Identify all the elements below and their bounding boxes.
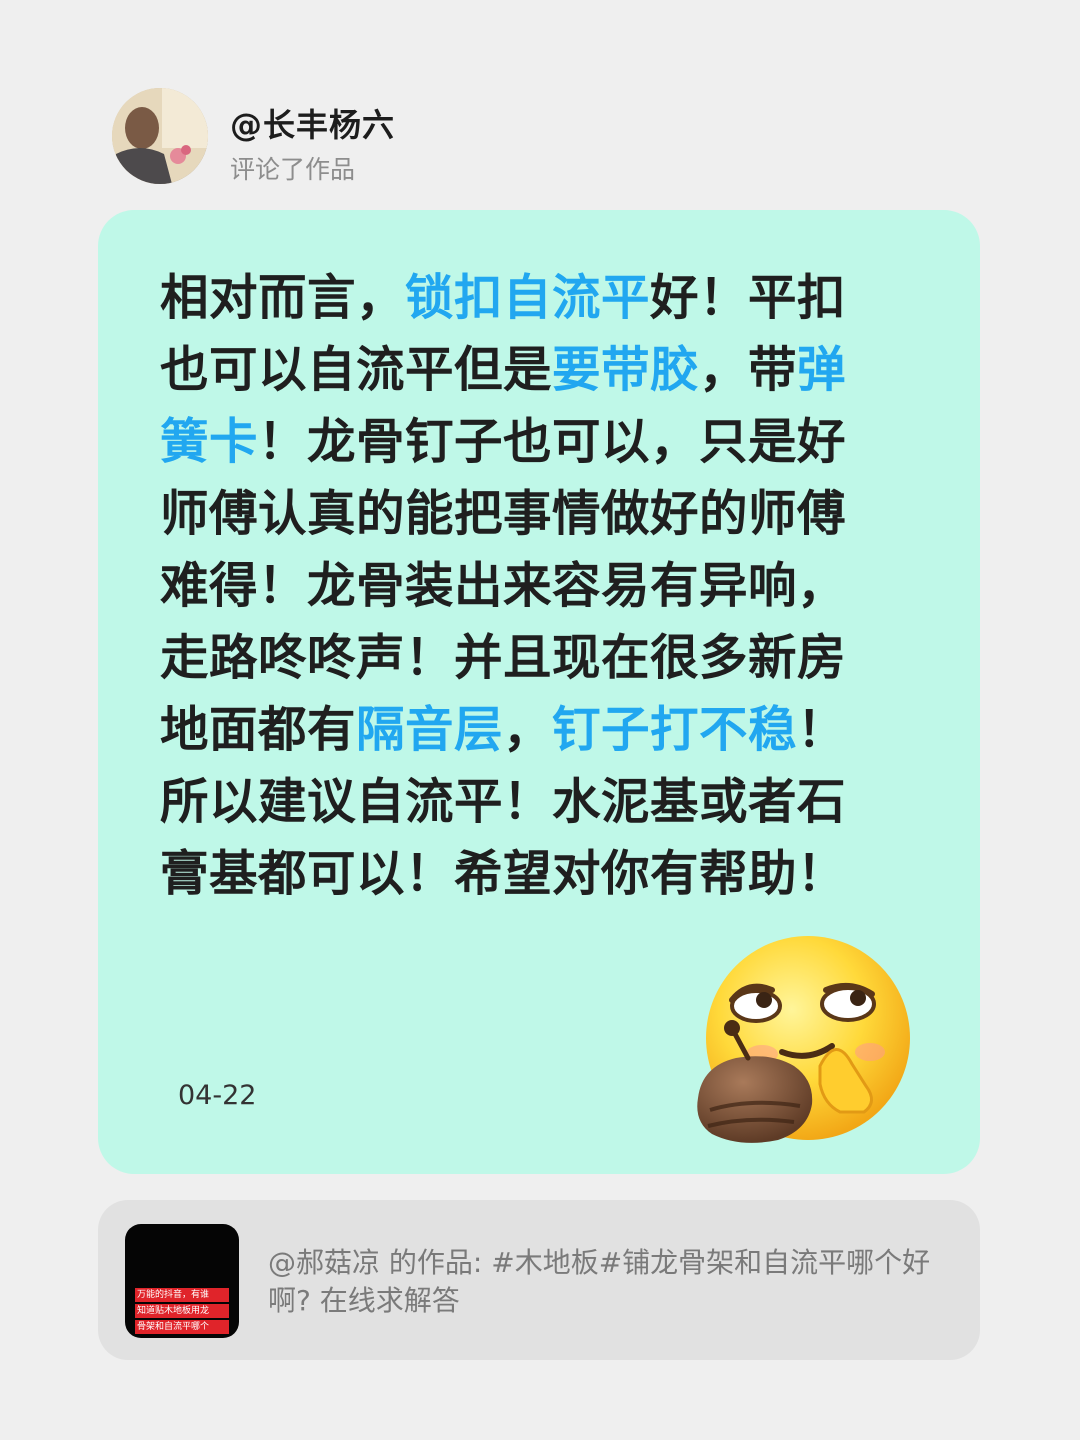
source-work-description[interactable]: @郝菇凉 的作品: #木地板#铺龙骨架和自流平哪个好啊? 在线求解答 <box>268 1244 948 1320</box>
comment-segment: ， <box>503 702 553 758</box>
comment-segment: ，带 <box>699 342 798 398</box>
comment-highlight: 要带胶 <box>552 342 700 398</box>
action-text: 评论了作品 <box>230 155 356 184</box>
thinking-smirk-emoji-icon <box>690 934 916 1160</box>
username[interactable]: @长丰杨六 <box>230 100 395 146</box>
comment-highlight: 钉子打不稳 <box>552 702 798 758</box>
comment-segment: 相对而言， <box>160 270 406 326</box>
comment-card: 相对而言，锁扣自流平好！平扣也可以自流平但是要带胶，带弹簧卡！龙骨钉子也可以，只… <box>98 210 980 1174</box>
thumbnail-caption-line: 骨架和自流平哪个 <box>135 1320 229 1334</box>
comment-date: 04-22 <box>178 1080 257 1111</box>
avatar-photo <box>112 88 208 184</box>
thumbnail-caption-line: 万能的抖音，有谁 <box>135 1288 229 1302</box>
comment-text: 相对而言，锁扣自流平好！平扣也可以自流平但是要带胶，带弹簧卡！龙骨钉子也可以，只… <box>160 262 890 910</box>
thumbnail-caption-line: 知道贴木地板用龙 <box>135 1304 229 1318</box>
avatar[interactable] <box>112 88 208 184</box>
video-thumbnail[interactable]: 万能的抖音，有谁 知道贴木地板用龙 骨架和自流平哪个 <box>125 1224 239 1338</box>
comment-highlight: 锁扣自流平 <box>405 270 651 326</box>
comment-highlight: 隔音层 <box>356 702 504 758</box>
source-work-card[interactable]: 万能的抖音，有谁 知道贴木地板用龙 骨架和自流平哪个 @郝菇凉 的作品: #木地… <box>98 1200 980 1360</box>
